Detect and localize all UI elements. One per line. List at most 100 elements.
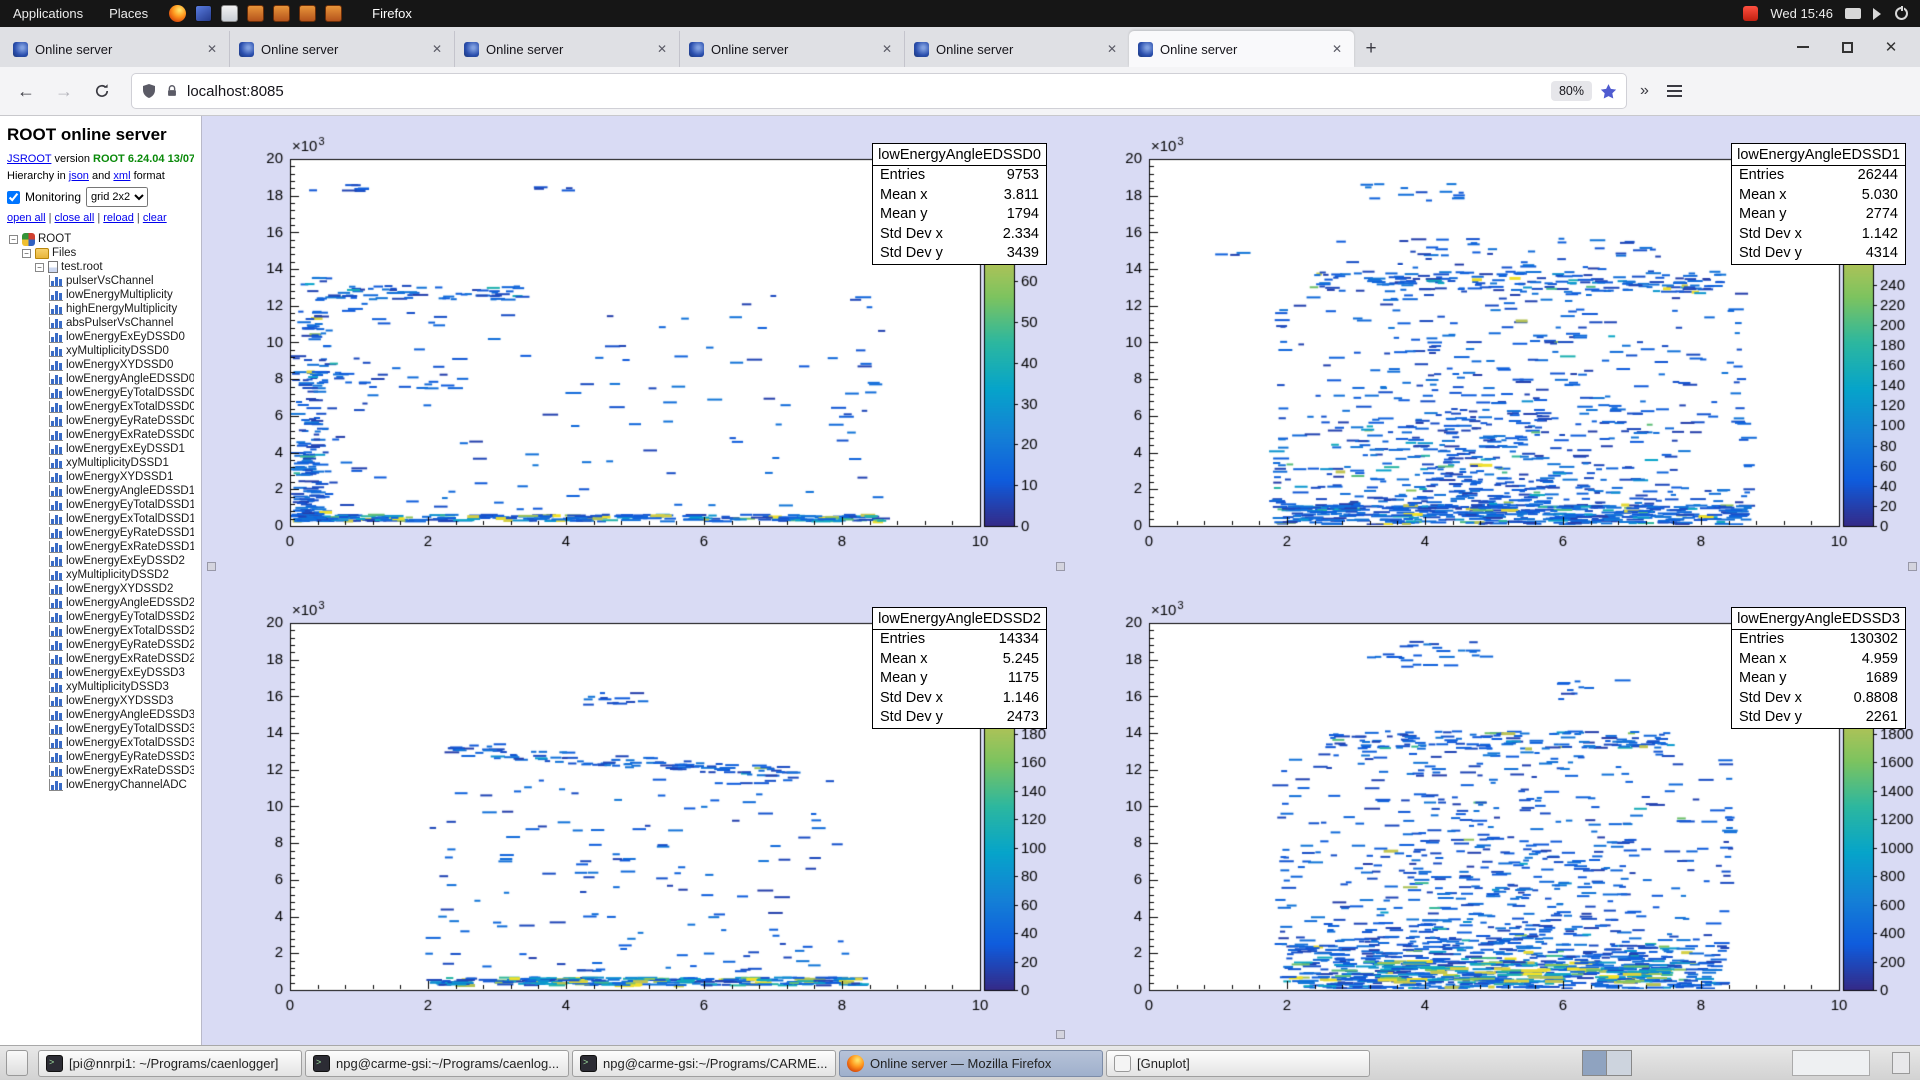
firefox-launcher-icon[interactable] xyxy=(169,5,186,22)
tree-item-highEnergyMultiplicity[interactable]: highEnergyMultiplicity xyxy=(7,302,194,316)
tab-close-icon[interactable]: ✕ xyxy=(879,41,895,57)
clock[interactable]: Wed 15:46 xyxy=(1770,6,1833,21)
bookmark-star-icon[interactable] xyxy=(1600,83,1617,100)
toolbar-overflow-button[interactable]: » xyxy=(1632,82,1657,100)
tree-item-lowEnergyExRateDSSD3[interactable]: lowEnergyExRateDSSD3 xyxy=(7,764,194,778)
stats-box-lowEnergyAngleEDSSD2[interactable]: lowEnergyAngleEDSSD2Entries14334Mean x5.… xyxy=(872,607,1047,729)
workspace-2[interactable] xyxy=(1607,1051,1631,1075)
new-tab-button[interactable]: + xyxy=(1354,31,1388,67)
tree-item-lowEnergyXYDSSD2[interactable]: lowEnergyXYDSSD2 xyxy=(7,582,194,596)
url-text[interactable]: localhost:8085 xyxy=(187,83,1543,100)
url-bar[interactable]: localhost:8085 80% xyxy=(132,74,1626,108)
tree-item-lowEnergyAngleEDSSD0[interactable]: lowEnergyAngleEDSSD0 xyxy=(7,372,194,386)
tree-item-lowEnergyExEyDSSD2[interactable]: lowEnergyExEyDSSD2 xyxy=(7,554,194,568)
workspace-switcher[interactable] xyxy=(1582,1050,1632,1076)
tree-item-ROOT[interactable]: −ROOT xyxy=(7,232,194,246)
layout-select[interactable]: grid 2x2 xyxy=(86,187,148,207)
action-clear[interactable]: clear xyxy=(143,212,167,224)
app-launcher-icon-1[interactable] xyxy=(247,5,264,22)
grid-resize-handle[interactable] xyxy=(207,562,216,571)
zoom-indicator[interactable]: 80% xyxy=(1551,81,1592,101)
tree-item-lowEnergyXYDSSD0[interactable]: lowEnergyXYDSSD0 xyxy=(7,358,194,372)
lock-icon[interactable] xyxy=(165,84,179,98)
collapse-icon[interactable]: − xyxy=(9,235,18,244)
terminal-launcher-icon[interactable] xyxy=(195,5,212,22)
stats-box-lowEnergyAngleEDSSD1[interactable]: lowEnergyAngleEDSSD1Entries26244Mean x5.… xyxy=(1731,143,1906,265)
tab-close-icon[interactable]: ✕ xyxy=(429,41,445,57)
tree-item-lowEnergyXYDSSD1[interactable]: lowEnergyXYDSSD1 xyxy=(7,470,194,484)
tree-item-xyMultiplicityDSSD2[interactable]: xyMultiplicityDSSD2 xyxy=(7,568,194,582)
json-link[interactable]: json xyxy=(69,170,89,182)
action-close-all[interactable]: close all xyxy=(55,212,95,224)
files-launcher-icon[interactable] xyxy=(221,5,238,22)
tree-item-lowEnergyExRateDSSD1[interactable]: lowEnergyExRateDSSD1 xyxy=(7,540,194,554)
tab-online-server-6[interactable]: Online server✕ xyxy=(1129,31,1354,67)
tree-item-lowEnergyMultiplicity[interactable]: lowEnergyMultiplicity xyxy=(7,288,194,302)
tree-item-lowEnergyEyRateDSSD2[interactable]: lowEnergyEyRateDSSD2 xyxy=(7,638,194,652)
app-launcher-icon-4[interactable] xyxy=(325,5,342,22)
close-button[interactable]: ✕ xyxy=(1876,34,1906,60)
grid-resize-handle[interactable] xyxy=(1056,1030,1065,1039)
tab-close-icon[interactable]: ✕ xyxy=(654,41,670,57)
app-launcher-icon-2[interactable] xyxy=(273,5,290,22)
power-icon[interactable] xyxy=(1895,7,1908,20)
forward-button[interactable]: → xyxy=(48,75,80,107)
tab-close-icon[interactable]: ✕ xyxy=(1104,41,1120,57)
stats-box-lowEnergyAngleEDSSD3[interactable]: lowEnergyAngleEDSSD3Entries130302Mean x4… xyxy=(1731,607,1906,729)
xml-link[interactable]: xml xyxy=(113,170,130,182)
tree-item-lowEnergyExTotalDSSD3[interactable]: lowEnergyExTotalDSSD3 xyxy=(7,736,194,750)
taskbar-window-5[interactable]: [Gnuplot] xyxy=(1106,1050,1370,1077)
tree-item-xyMultiplicityDSSD0[interactable]: xyMultiplicityDSSD0 xyxy=(7,344,194,358)
tree-item-lowEnergyExTotalDSSD1[interactable]: lowEnergyExTotalDSSD1 xyxy=(7,512,194,526)
taskbar-window-1[interactable]: [pi@nnrpi1: ~/Programs/caenlogger] xyxy=(38,1050,302,1077)
tree-item-test.root[interactable]: −test.root xyxy=(7,260,194,274)
show-desktop-button[interactable] xyxy=(6,1050,28,1076)
workspace-1[interactable] xyxy=(1583,1051,1607,1075)
shield-icon[interactable] xyxy=(141,83,157,99)
jsroot-link[interactable]: JSROOT xyxy=(7,153,51,165)
tree-item-lowEnergyEyRateDSSD1[interactable]: lowEnergyEyRateDSSD1 xyxy=(7,526,194,540)
tree-item-lowEnergyEyTotalDSSD3[interactable]: lowEnergyEyTotalDSSD3 xyxy=(7,722,194,736)
tree-item-lowEnergyExRateDSSD0[interactable]: lowEnergyExRateDSSD0 xyxy=(7,428,194,442)
places-menu[interactable]: Places xyxy=(96,0,161,27)
tree-item-absPulserVsChannel[interactable]: absPulserVsChannel xyxy=(7,316,194,330)
reload-button[interactable] xyxy=(86,75,118,107)
taskbar-window-2[interactable]: npg@carme-gsi:~/Programs/caenlog... xyxy=(305,1050,569,1077)
recording-indicator-icon[interactable] xyxy=(1743,6,1758,21)
app-launcher-icon-3[interactable] xyxy=(299,5,316,22)
back-button[interactable]: ← xyxy=(10,75,42,107)
tree-item-lowEnergyAngleEDSSD2[interactable]: lowEnergyAngleEDSSD2 xyxy=(7,596,194,610)
tree-item-lowEnergyEyTotalDSSD2[interactable]: lowEnergyEyTotalDSSD2 xyxy=(7,610,194,624)
tree-item-lowEnergyEyRateDSSD3[interactable]: lowEnergyEyRateDSSD3 xyxy=(7,750,194,764)
tree-item-lowEnergyExTotalDSSD0[interactable]: lowEnergyExTotalDSSD0 xyxy=(7,400,194,414)
tree-item-xyMultiplicityDSSD1[interactable]: xyMultiplicityDSSD1 xyxy=(7,456,194,470)
tree-item-lowEnergyExEyDSSD0[interactable]: lowEnergyExEyDSSD0 xyxy=(7,330,194,344)
tab-close-icon[interactable]: ✕ xyxy=(204,41,220,57)
tab-online-server-3[interactable]: Online server✕ xyxy=(454,31,679,67)
monitoring-checkbox[interactable] xyxy=(7,191,20,204)
tree-item-lowEnergyXYDSSD3[interactable]: lowEnergyXYDSSD3 xyxy=(7,694,194,708)
tray-icon[interactable] xyxy=(1892,1052,1910,1074)
action-open-all[interactable]: open all xyxy=(7,212,46,224)
collapse-icon[interactable]: − xyxy=(35,263,44,272)
menu-hamburger-icon[interactable] xyxy=(1667,90,1682,92)
tree-item-lowEnergyEyRateDSSD0[interactable]: lowEnergyEyRateDSSD0 xyxy=(7,414,194,428)
taskbar-window-3[interactable]: npg@carme-gsi:~/Programs/CARME... xyxy=(572,1050,836,1077)
volume-icon[interactable] xyxy=(1873,8,1887,20)
tree-item-lowEnergyExRateDSSD2[interactable]: lowEnergyExRateDSSD2 xyxy=(7,652,194,666)
tree-item-lowEnergyAngleEDSSD3[interactable]: lowEnergyAngleEDSSD3 xyxy=(7,708,194,722)
tree-item-lowEnergyExEyDSSD1[interactable]: lowEnergyExEyDSSD1 xyxy=(7,442,194,456)
tree-item-lowEnergyEyTotalDSSD0[interactable]: lowEnergyEyTotalDSSD0 xyxy=(7,386,194,400)
tab-online-server-4[interactable]: Online server✕ xyxy=(679,31,904,67)
tree-item-pulserVsChannel[interactable]: pulserVsChannel xyxy=(7,274,194,288)
tab-close-icon[interactable]: ✕ xyxy=(1329,41,1345,57)
tree-item-lowEnergyExEyDSSD3[interactable]: lowEnergyExEyDSSD3 xyxy=(7,666,194,680)
tree-item-Files[interactable]: −Files xyxy=(7,246,194,260)
tree-item-xyMultiplicityDSSD3[interactable]: xyMultiplicityDSSD3 xyxy=(7,680,194,694)
maximize-button[interactable] xyxy=(1832,34,1862,60)
taskbar-window-4[interactable]: Online server — Mozilla Firefox xyxy=(839,1050,1103,1077)
grid-resize-handle[interactable] xyxy=(1056,562,1065,571)
minimize-button[interactable] xyxy=(1788,34,1818,60)
tab-online-server-2[interactable]: Online server✕ xyxy=(229,31,454,67)
tab-online-server-5[interactable]: Online server✕ xyxy=(904,31,1129,67)
